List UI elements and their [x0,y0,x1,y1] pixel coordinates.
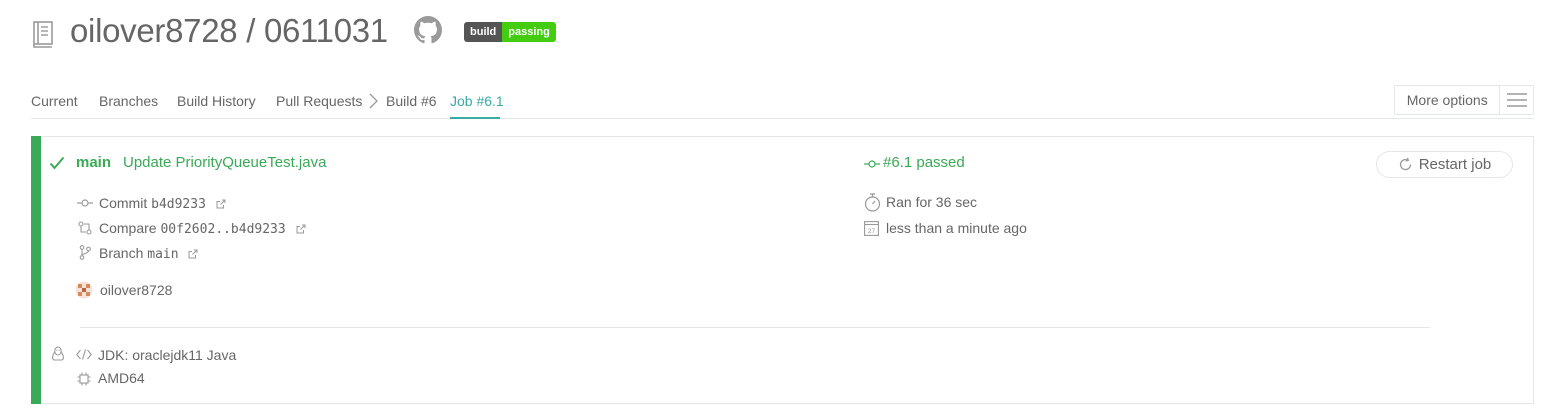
commit-icon [864,160,880,168]
active-tab-indicator [450,117,500,119]
linux-icon [52,346,64,361]
restart-job-button[interactable]: Restart job [1376,151,1513,178]
external-link-icon[interactable] [188,249,198,259]
job-card [31,136,1534,404]
restart-icon [1399,157,1411,171]
branch-icon [79,245,91,260]
compare-range[interactable]: 00f2602..b4d9233 [160,222,285,237]
repo-title[interactable]: oilover8728 / 0611031 [70,12,388,50]
job-duration: Ran for 36 sec [886,194,978,210]
job-finished: less than a minute ago [886,220,1027,236]
tab-build-history[interactable]: Build History [177,93,256,109]
job-status-bar [31,136,41,404]
cpu-icon [77,372,91,386]
chevron-right-icon [369,93,378,109]
external-link-icon[interactable] [216,199,226,209]
commit-sha[interactable]: b4d9233 [151,197,206,212]
repo-separator: / [237,12,264,49]
restart-job-label: Restart job [1418,156,1492,173]
tab-pull-requests[interactable]: Pull Requests [276,93,362,109]
branch-label: Branch [99,245,144,261]
compare-icon [78,221,92,235]
tab-branches[interactable]: Branches [99,93,158,109]
compare-row[interactable]: Compare 00f2602..b4d9233 [99,220,306,237]
arch-info: AMD64 [98,370,145,386]
repo-book-icon [33,21,53,48]
menu-icon[interactable] [1499,86,1533,114]
stopwatch-icon [864,193,881,212]
author-name[interactable]: oilover8728 [100,282,172,298]
tab-job[interactable]: Job #6.1 [450,93,504,109]
badge-label: build [464,22,503,42]
external-link-icon[interactable] [296,224,306,234]
tab-build[interactable]: Build #6 [386,93,437,109]
check-icon [49,156,65,170]
branch-name[interactable]: main [147,247,178,262]
calendar-icon: 27 [864,221,879,236]
repo-name[interactable]: 0611031 [264,12,388,49]
branch-row[interactable]: Branch main [99,245,198,262]
compare-label: Compare [99,220,157,236]
tabs-divider [31,118,1534,119]
jdk-info: JDK: oraclejdk11 Java [98,347,237,363]
job-status: #6.1 passed [883,154,965,171]
badge-status: passing [502,22,556,42]
calendar-day: 27 [868,228,876,235]
github-icon[interactable] [414,16,442,44]
build-status-badge[interactable]: build passing [464,22,556,42]
commit-icon [77,199,93,207]
more-options-label: More options [1406,92,1488,108]
commit-label: Commit [99,195,148,211]
repo-owner[interactable]: oilover8728 [70,12,238,49]
avatar [75,281,93,299]
job-branch[interactable]: main [76,154,111,171]
card-divider [80,327,1430,328]
code-icon [76,349,92,360]
commit-message[interactable]: Update PriorityQueueTest.java [123,154,326,171]
commit-row[interactable]: Commit b4d9233 [99,195,226,212]
more-options-button[interactable]: More options [1394,85,1534,115]
tab-current[interactable]: Current [31,93,78,109]
